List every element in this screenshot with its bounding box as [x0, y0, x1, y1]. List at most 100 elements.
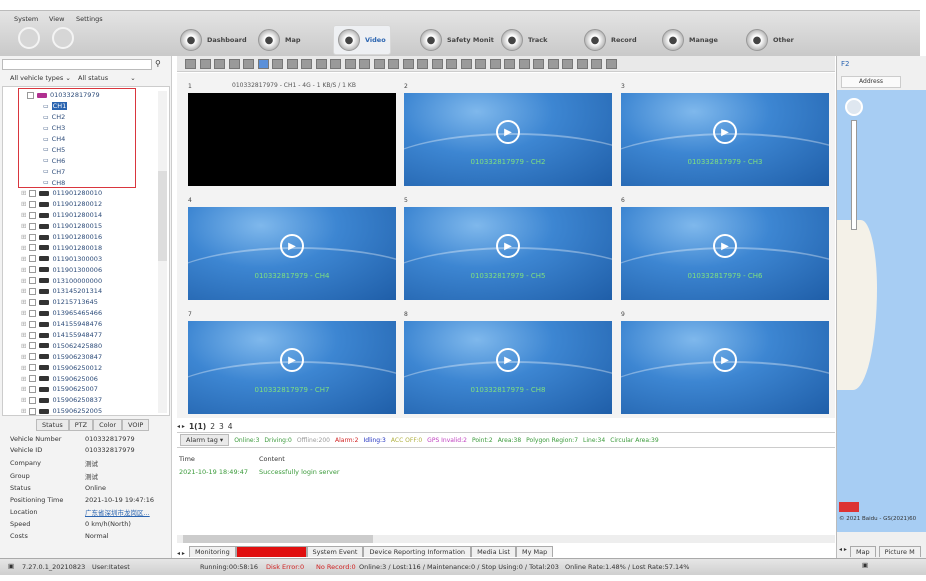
search-icon[interactable]: ⚲ — [155, 59, 161, 68]
expand-icon[interactable]: ⊞ — [21, 385, 26, 393]
toolbar-button[interactable] — [446, 59, 457, 69]
expand-icon[interactable]: ⊞ — [21, 396, 26, 404]
vehicle-search-input[interactable] — [2, 59, 152, 70]
checkbox[interactable] — [29, 211, 37, 219]
page-tab-4[interactable]: 4 — [228, 422, 233, 431]
expand-icon[interactable]: ⊞ — [21, 320, 26, 328]
log-row[interactable]: 2021-10-19 18:49:47 Successfully login se… — [177, 465, 835, 479]
tab-color[interactable]: Color — [93, 419, 123, 431]
toolbar-button[interactable] — [272, 59, 283, 69]
tab-ptz[interactable]: PTZ — [68, 419, 94, 431]
bottom-tab-monitoring[interactable]: Monitoring — [188, 546, 236, 557]
play-icon[interactable]: ▶ — [713, 234, 737, 258]
toolbar-button[interactable] — [591, 59, 602, 69]
expand-icon[interactable]: ⊞ — [21, 364, 26, 372]
tree-vehicle[interactable]: ⊞ 013965465466 — [21, 308, 157, 319]
toolbar-button[interactable] — [286, 59, 298, 69]
expand-icon[interactable]: ⊞ — [21, 309, 26, 317]
alarm-stat[interactable]: Driving:0 — [264, 437, 291, 444]
checkbox[interactable] — [29, 385, 37, 393]
expand-icon[interactable]: ⊞ — [21, 200, 26, 208]
expand-icon[interactable]: ⊞ — [21, 244, 26, 252]
alarm-stat[interactable]: Circular Area:39 — [610, 437, 658, 444]
tree-vehicle[interactable]: ⊞ 014155948476 — [21, 319, 157, 330]
tab-status[interactable]: Status — [36, 419, 69, 431]
play-icon[interactable]: ▶ — [713, 348, 737, 372]
video-tile-2[interactable]: ▶ 010332817979 - CH2 — [404, 93, 612, 186]
tree-vehicle[interactable]: ⊞ 01590625006 — [21, 373, 157, 384]
checkbox[interactable] — [29, 244, 37, 252]
tree-channel[interactable]: ▭ CH5 — [27, 144, 157, 155]
page-tab-2[interactable]: 2 — [210, 422, 215, 431]
toolbar-button[interactable] — [605, 59, 617, 69]
tree-vehicle[interactable]: ⊞ 014155948477 — [21, 330, 157, 341]
video-tile-8[interactable]: ▶ 010332817979 - CH8 — [404, 321, 612, 414]
expand-icon[interactable]: ⊞ — [21, 342, 26, 350]
bottom-tab-system-event[interactable]: System Event — [306, 546, 364, 557]
expand-icon[interactable]: ⊞ — [21, 255, 26, 263]
map-canvas[interactable]: © 2021 Baidu - GS(2021)60 — [837, 90, 926, 532]
checkbox[interactable] — [29, 396, 37, 404]
play-icon[interactable]: ▶ — [496, 348, 520, 372]
alarm-stat[interactable]: Alarm:2 — [335, 437, 359, 444]
tree-vehicle[interactable]: ⊞ 011901280016 — [21, 232, 157, 243]
toolbar-button[interactable] — [315, 59, 327, 69]
toolbar-button[interactable] — [301, 59, 312, 69]
checkbox[interactable] — [29, 298, 37, 306]
expand-icon[interactable]: ▣ — [862, 561, 868, 569]
expand-icon[interactable]: ⊞ — [21, 407, 26, 415]
tree-channel[interactable]: ▭ CH8 — [27, 177, 157, 188]
tree-vehicle[interactable]: ⊞ 011901300003 — [21, 253, 157, 264]
tree-channel[interactable]: ▭ CH3 — [27, 123, 157, 134]
nav-track-button[interactable]: ● Track — [497, 25, 552, 55]
tree-vehicle[interactable]: ⊞ 015906252005 — [21, 406, 157, 417]
play-icon[interactable]: ▶ — [280, 348, 304, 372]
checkbox[interactable] — [29, 266, 37, 274]
toolbar-button[interactable] — [373, 59, 385, 69]
toolbar-button[interactable] — [330, 59, 341, 69]
nav-safety-monit-button[interactable]: ● Safety Monit — [416, 25, 498, 55]
toolbar-button[interactable] — [504, 59, 515, 69]
toolbar-button[interactable] — [214, 59, 225, 69]
menu-system[interactable]: System — [14, 15, 38, 23]
checkbox[interactable] — [27, 91, 34, 99]
play-icon[interactable]: ▶ — [496, 234, 520, 258]
expand-icon[interactable]: ⊞ — [21, 298, 26, 306]
video-tile-4[interactable]: ▶ 010332817979 - CH4 — [188, 207, 396, 300]
nav-record-button[interactable]: ● Record — [580, 25, 641, 55]
expand-icon[interactable]: ⊞ — [21, 277, 26, 285]
toolbar-button[interactable] — [533, 59, 544, 69]
nav-other-button[interactable]: ● Other — [742, 25, 798, 55]
checkbox[interactable] — [29, 364, 37, 372]
checkbox[interactable] — [29, 353, 37, 361]
toolbar-button[interactable] — [518, 59, 530, 69]
tree-scrollbar[interactable] — [158, 91, 167, 413]
tree-vehicle[interactable]: ⊞ 011901280010 — [21, 188, 157, 199]
video-tile-7[interactable]: ▶ 010332817979 - CH7 — [188, 321, 396, 414]
alarm-stat[interactable]: Point:2 — [472, 437, 493, 444]
nav-manage-button[interactable]: ● Manage — [658, 25, 722, 55]
checkbox[interactable] — [29, 309, 37, 317]
bottom-tab-arrows[interactable]: ◂ ▸ — [177, 550, 185, 557]
alarm-stat[interactable]: GPS Invalid:2 — [427, 437, 467, 444]
alarm-stat[interactable]: Line:34 — [583, 437, 605, 444]
tree-vehicle[interactable]: ⊞ 01215713645 — [21, 297, 157, 308]
checkbox[interactable] — [29, 407, 37, 415]
toolbar-button[interactable] — [359, 59, 370, 69]
toolbar-button[interactable] — [257, 59, 269, 69]
expand-icon[interactable]: ⊞ — [21, 287, 26, 295]
map-tab[interactable]: Map — [849, 546, 876, 557]
pan-control[interactable] — [845, 98, 863, 116]
play-icon[interactable]: ▶ — [713, 120, 737, 144]
zoom-slider[interactable] — [851, 120, 857, 230]
expand-icon[interactable]: ⊞ — [21, 331, 26, 339]
expand-icon[interactable]: ⊞ — [21, 353, 26, 361]
video-tile-9[interactable]: ▶ — [621, 321, 829, 414]
checkbox[interactable] — [29, 255, 37, 263]
tree-vehicle[interactable]: ⊞ 015906230847 — [21, 351, 157, 362]
tree-vehicle[interactable]: ⊞ 015906250012 — [21, 362, 157, 373]
alarm-stat[interactable]: Polygon Region:7 — [526, 437, 578, 444]
toolbar-button[interactable] — [489, 59, 501, 69]
bottom-tab-media-list[interactable]: Media List — [471, 546, 517, 557]
nav-video-button[interactable]: ● Video — [333, 25, 391, 55]
